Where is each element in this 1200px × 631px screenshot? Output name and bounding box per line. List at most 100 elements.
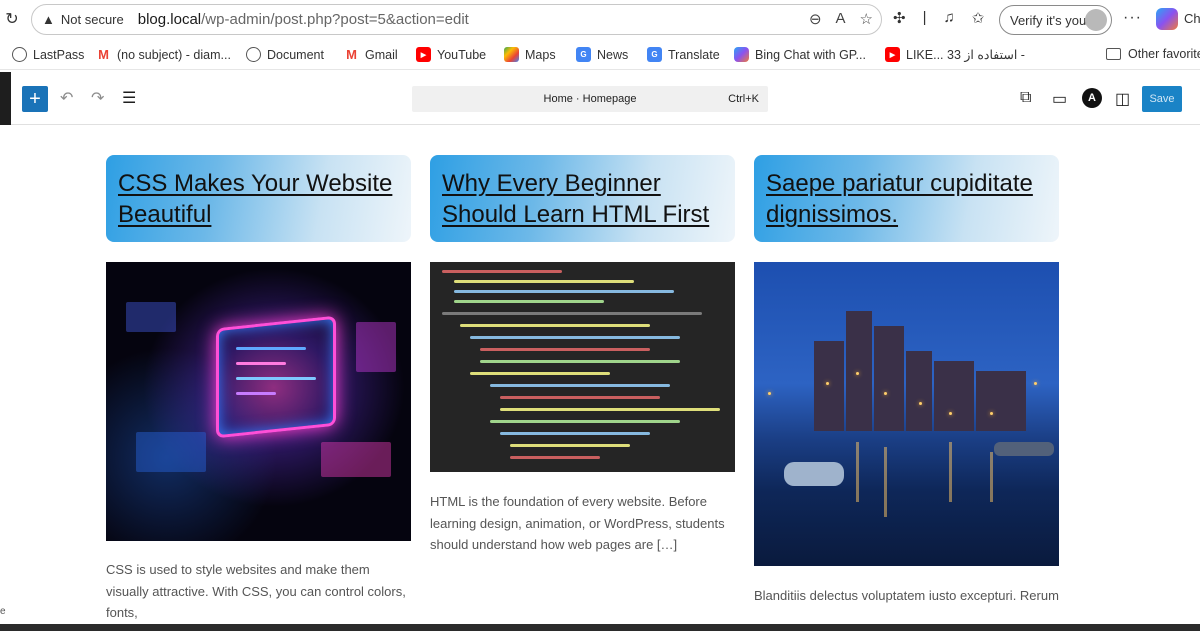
image-detail (470, 336, 680, 339)
settings-sidebar-icon[interactable]: ◫ (1115, 89, 1130, 109)
redo-icon[interactable]: ↷ (91, 88, 104, 108)
verify-label: Verify it's you (1010, 12, 1087, 28)
image-detail (236, 392, 276, 395)
post-title-link[interactable]: Why Every Beginner Should Learn HTML Fir… (442, 168, 723, 230)
plugin-logo-icon[interactable]: A (1082, 88, 1102, 108)
post-title-link[interactable]: CSS Makes Your Website Beautiful (118, 168, 399, 230)
image-detail (874, 326, 904, 431)
image-detail (884, 392, 887, 395)
image-detail (976, 371, 1026, 431)
image-detail (919, 402, 922, 405)
image-detail (934, 361, 974, 431)
post-title-link[interactable]: Saepe pariatur cupiditate dignissimos. (766, 168, 1047, 230)
device-preview-icon[interactable]: ▭ (1052, 89, 1067, 109)
image-detail (994, 442, 1054, 456)
bookmark-label: Gmail (365, 47, 398, 62)
post-featured-image[interactable] (106, 262, 411, 541)
bookmark-item[interactable]: Document (246, 47, 324, 62)
document-overview-icon[interactable]: ☰ (122, 88, 136, 108)
image-detail (814, 341, 844, 431)
image-detail (442, 270, 562, 273)
editor-header: + ↶ ↷ ☰ Home · Homepage Ctrl+K ⧉ ▭ A ◫ S… (0, 72, 1200, 125)
image-detail (990, 452, 993, 502)
youtube-icon: ▶ (885, 47, 900, 62)
bookmark-item[interactable]: LastPass (12, 47, 84, 62)
image-detail (490, 384, 670, 387)
post-title-box: Why Every Beginner Should Learn HTML Fir… (430, 155, 735, 242)
zoom-icon[interactable]: ⊖ (809, 10, 822, 28)
command-palette-bar[interactable]: Home · Homepage Ctrl+K (412, 86, 768, 112)
reload-icon[interactable]: ↻ (2, 9, 22, 29)
bookmark-item[interactable]: G Translate (647, 47, 720, 62)
url-host[interactable]: blog.local (138, 11, 201, 28)
image-detail (906, 351, 932, 431)
bookmark-item[interactable]: ▶ YouTube (416, 47, 486, 62)
verify-profile-button[interactable]: Verify it's you (999, 5, 1112, 35)
image-detail (784, 462, 844, 486)
browser-toolbar: ↻ ▲ Not secure blog.local/wp-admin/post.… (0, 0, 1200, 40)
image-detail (490, 420, 680, 423)
warning-icon[interactable]: ▲ (42, 12, 55, 27)
image-detail (949, 412, 952, 415)
read-aloud-icon[interactable]: A (836, 10, 846, 28)
post-excerpt: HTML is the foundation of every website.… (430, 494, 725, 552)
other-favorites-label: Other favorite (1128, 47, 1200, 61)
site-icon-strip[interactable] (0, 72, 11, 125)
not-secure-label[interactable]: Not secure (61, 12, 124, 27)
copilot-label[interactable]: Ch (1184, 11, 1200, 26)
globe-icon (12, 47, 27, 62)
bookmark-label: LIKE... استفاده از 33 - (906, 48, 1025, 62)
block-inserter-button[interactable]: + (22, 86, 48, 112)
image-detail (480, 348, 650, 351)
maps-icon (504, 47, 519, 62)
image-detail (236, 362, 286, 365)
image-detail (510, 456, 600, 459)
post-card: Saepe pariatur cupiditate dignissimos. B… (754, 155, 1059, 603)
address-bar-actions: ⊖ A ☆ (809, 10, 873, 28)
more-menu-icon[interactable]: ··· (1123, 9, 1142, 27)
image-detail (768, 392, 771, 395)
copilot-icon[interactable] (1156, 8, 1178, 30)
gmail-icon: M (98, 47, 109, 62)
post-excerpt: CSS is used to style websites and make t… (106, 562, 406, 620)
image-detail (126, 302, 176, 332)
translate-icon: G (647, 47, 662, 62)
image-detail (236, 377, 316, 380)
post-card: Why Every Beginner Should Learn HTML Fir… (430, 155, 735, 552)
bookmark-item[interactable]: Bing Chat with GP... (734, 47, 866, 62)
image-detail (856, 442, 859, 502)
image-detail (236, 347, 306, 350)
media-icon[interactable]: ♫ (943, 9, 954, 27)
image-detail (949, 442, 952, 502)
view-page-icon[interactable]: ⧉ (1020, 89, 1031, 107)
bookmark-item[interactable]: G News (576, 47, 628, 62)
extensions-area: ✣ | ♫ ✩ (893, 9, 984, 27)
undo-icon[interactable]: ↶ (60, 88, 73, 108)
post-featured-image[interactable] (754, 262, 1059, 566)
image-detail (1034, 382, 1037, 385)
other-favorites[interactable]: Other favorite (1106, 47, 1200, 61)
url-path[interactable]: /wp-admin/post.php?post=5&action=edit (201, 11, 469, 28)
image-detail (826, 382, 829, 385)
image-detail (136, 432, 206, 472)
address-bar[interactable]: ▲ Not secure blog.local/wp-admin/post.ph… (31, 4, 882, 35)
post-featured-image[interactable] (430, 262, 735, 472)
bookmark-item[interactable]: Maps (504, 47, 556, 62)
image-detail (480, 360, 680, 363)
save-button[interactable]: Save (1142, 86, 1182, 112)
extensions-icon[interactable]: ✣ (893, 9, 906, 27)
avatar (1085, 9, 1107, 31)
bookmark-item[interactable]: M (no subject) - diam... (96, 47, 231, 62)
gmail-icon: M (346, 47, 357, 62)
bookmark-item[interactable]: M Gmail (344, 47, 398, 62)
image-detail (990, 412, 993, 415)
copilot-icon (734, 47, 749, 62)
favorite-star-icon[interactable]: ☆ (860, 10, 873, 28)
image-detail (460, 324, 650, 327)
news-icon: G (576, 47, 591, 62)
image-detail (500, 432, 650, 435)
bookmark-item[interactable]: ▶ LIKE... استفاده از 33 - (885, 47, 1025, 62)
bookmark-label: YouTube (437, 47, 487, 62)
bookmark-label: (no subject) - diam... (117, 47, 231, 62)
favorites-icon[interactable]: ✩ (972, 9, 985, 27)
